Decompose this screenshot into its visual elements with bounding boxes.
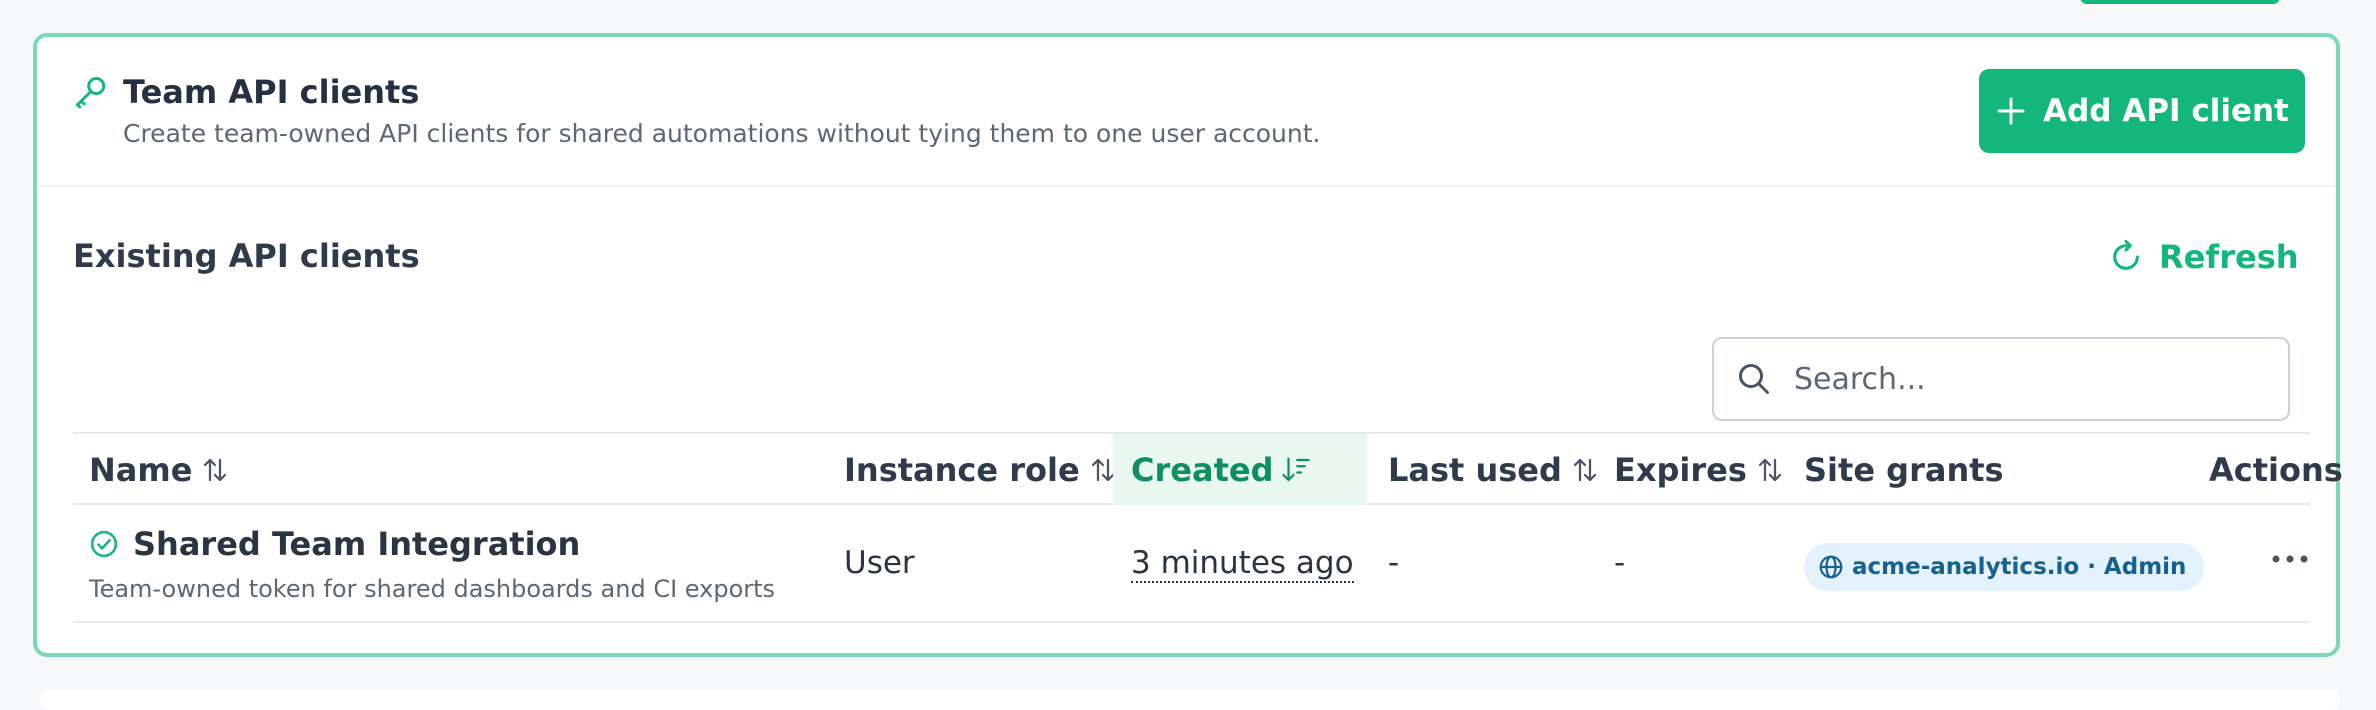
- row-actions-button[interactable]: [2263, 539, 2317, 579]
- client-name-cell: Shared Team Integration: [89, 525, 580, 563]
- more-horizontal-icon: [2272, 555, 2308, 563]
- section-title: Existing API clients: [73, 237, 420, 275]
- column-header-instance-role-label: Instance role: [844, 450, 1080, 489]
- column-header-actions-label: Actions: [2209, 450, 2343, 489]
- card-subtitle: Create team-owned API clients for shared…: [123, 119, 1321, 148]
- column-header-expires[interactable]: Expires: [1614, 434, 1785, 505]
- key-icon: [76, 77, 106, 109]
- card-header: Team API clients Create team-owned API c…: [37, 37, 2336, 187]
- refresh-label: Refresh: [2159, 238, 2299, 276]
- sort-arrows-icon: [1573, 458, 1597, 481]
- column-header-expires-label: Expires: [1614, 450, 1747, 489]
- api-clients-table: Name Instance role Created Last used Exp…: [73, 432, 2343, 623]
- refresh-button[interactable]: Refresh: [2109, 235, 2299, 279]
- refresh-icon: [2113, 240, 2139, 270]
- column-header-created-label: Created: [1131, 450, 1274, 489]
- column-header-instance-role[interactable]: Instance role: [844, 434, 1118, 505]
- column-header-name-label: Name: [89, 450, 193, 489]
- column-header-created[interactable]: Created: [1113, 434, 1367, 505]
- column-header-site-grants: Site grants: [1804, 434, 2004, 505]
- client-created: 3 minutes ago: [1131, 545, 1354, 583]
- table-header: Name Instance role Created Last used Exp…: [73, 432, 2343, 505]
- globe-icon: [1819, 555, 1843, 579]
- column-header-site-grants-label: Site grants: [1804, 450, 2004, 489]
- next-card-fragment: [40, 690, 2340, 710]
- team-api-clients-card: Team API clients Create team-owned API c…: [33, 33, 2343, 657]
- client-expires: -: [1614, 545, 1626, 581]
- search-box: [1712, 337, 2290, 421]
- site-grant-badge: acme-analytics.io · Admin: [1804, 543, 2205, 591]
- add-api-client-label: Add API client: [2043, 93, 2289, 129]
- client-description: Team-owned token for shared dashboards a…: [89, 575, 776, 603]
- check-circle-icon: [90, 530, 118, 558]
- client-last-used: -: [1388, 545, 1400, 581]
- column-header-last-used-label: Last used: [1388, 450, 1562, 489]
- table-row: Shared Team Integration Team-owned token…: [73, 505, 2310, 623]
- client-name[interactable]: Shared Team Integration: [133, 525, 580, 563]
- search-input[interactable]: [1792, 360, 2256, 398]
- top-button-fragment: [2080, 0, 2280, 4]
- sort-arrows-icon: [204, 458, 227, 481]
- card-title: Team API clients: [123, 73, 420, 111]
- column-header-actions: Actions: [2209, 434, 2343, 505]
- column-header-name[interactable]: Name: [89, 434, 230, 505]
- plus-icon: [1997, 97, 2025, 125]
- search-icon: [1739, 364, 1769, 394]
- column-header-last-used[interactable]: Last used: [1388, 434, 1600, 505]
- sort-descending-icon: [1282, 457, 1311, 481]
- site-grant-label: acme-analytics.io · Admin: [1852, 554, 2187, 580]
- add-api-client-button[interactable]: Add API client: [1979, 69, 2305, 153]
- sort-arrows-icon: [1758, 458, 1782, 481]
- client-instance-role: User: [844, 545, 915, 581]
